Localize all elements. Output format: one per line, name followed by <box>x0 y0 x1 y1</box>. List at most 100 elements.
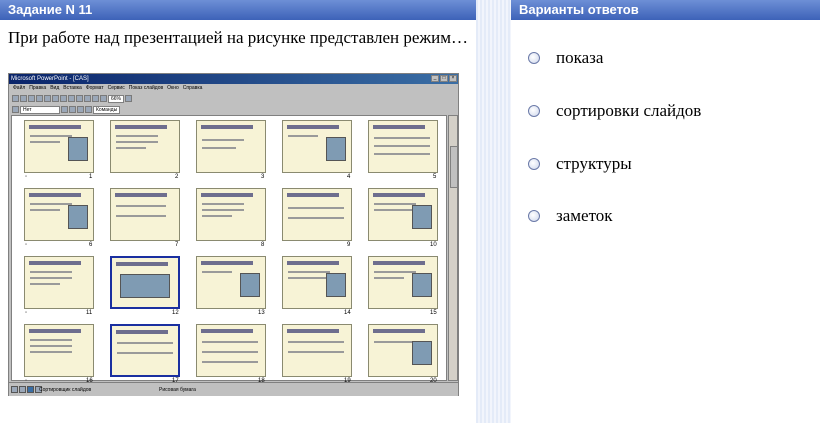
slide-picture <box>412 273 432 297</box>
ppt-sorter-toolbar: Нет Команды <box>9 104 458 115</box>
powerpoint-screenshot: Microsoft PowerPoint - [CAS] _ □ × Файл … <box>8 73 459 396</box>
answer-option-show[interactable]: показа <box>528 48 603 68</box>
chart-icon <box>100 95 107 102</box>
slide-thumbnail <box>196 188 266 241</box>
radio-button-icon[interactable] <box>528 210 540 222</box>
slide-thumbnail <box>110 188 180 241</box>
slide-thumbnail <box>368 256 438 309</box>
slide-picture <box>412 205 432 229</box>
paste-icon <box>68 95 75 102</box>
scroll-thumb <box>450 146 458 188</box>
close-icon: × <box>449 75 457 82</box>
transition-mark-icon: ▫ <box>25 242 28 248</box>
slide-picture <box>68 205 88 229</box>
answer-option-outline[interactable]: структуры <box>528 154 632 174</box>
redo-icon <box>84 95 91 102</box>
transition-mark-icon: ▫ <box>25 174 28 180</box>
slide-picture <box>326 137 346 161</box>
slide-thumbnail <box>196 256 266 309</box>
answer-option-notes[interactable]: заметок <box>528 206 613 226</box>
slide-picture <box>326 273 346 297</box>
slide-number: 10 <box>430 242 437 248</box>
help-icon <box>125 95 133 102</box>
menu-item-view: Вид <box>50 85 60 91</box>
minimize-icon: _ <box>431 75 439 82</box>
menu-item-file: Файл <box>13 85 26 91</box>
menu-item-edit: Правка <box>29 85 47 91</box>
slide-thumbnail-selected <box>110 324 180 377</box>
slide-number: 7 <box>175 242 179 248</box>
slide-number: 15 <box>430 310 437 316</box>
task-header: Задание N 11 <box>0 0 476 20</box>
slide-picture <box>120 274 170 298</box>
radio-button-icon[interactable] <box>528 158 540 170</box>
table-icon <box>92 95 99 102</box>
slide-number: 11 <box>86 310 93 316</box>
slide-thumbnail <box>282 188 352 241</box>
task-title: Задание N 11 <box>8 2 93 17</box>
open-icon <box>20 95 27 102</box>
ppt-standard-toolbar: 66% <box>9 93 458 104</box>
answers-title: Варианты ответов <box>519 2 639 17</box>
slide-picture <box>240 273 260 297</box>
answer-option-slide-sorter[interactable]: сортировки слайдов <box>528 101 701 121</box>
status-template: Рисовая бумага <box>159 387 196 393</box>
answer-label: сортировки слайдов <box>556 101 702 120</box>
menu-item-format: Формат <box>85 85 104 91</box>
maximize-icon: □ <box>440 75 448 82</box>
slide-thumbnail <box>282 324 352 377</box>
summary-icon <box>85 106 92 113</box>
answer-label: показа <box>556 48 604 67</box>
effect-icon <box>61 106 68 113</box>
ppt-window-title: Microsoft PowerPoint - [CAS] <box>11 76 89 82</box>
transition-mark-icon: ▫ <box>25 310 28 316</box>
outline-view-icon <box>19 386 26 393</box>
menu-item-help: Справка <box>182 85 203 91</box>
new-icon <box>12 95 19 102</box>
slide-thumbnail-selected <box>110 256 180 309</box>
undo-icon <box>76 95 83 102</box>
slide-sorter-area: 1 2 3 4 5 6 7 8 9 10 11 12 13 14 15 16 1… <box>11 115 447 384</box>
slide-picture <box>412 341 432 365</box>
radio-button-icon[interactable] <box>528 105 540 117</box>
slide-number: 13 <box>258 310 265 316</box>
commands-box: Команды <box>93 105 121 114</box>
ppt-vertical-scrollbar <box>448 115 458 381</box>
ppt-status-bar: Сортировщик слайдов Рисовая бумага <box>9 382 458 396</box>
hide-slide-icon <box>69 106 76 113</box>
copy-icon <box>60 95 67 102</box>
menu-item-slideshow: Показ слайдов <box>128 85 164 91</box>
divider-stripe <box>476 0 511 423</box>
slide-thumbnail <box>24 188 94 241</box>
radio-button-icon[interactable] <box>528 52 540 64</box>
slide-number: 6 <box>89 242 93 248</box>
slide-thumbnail <box>282 120 352 173</box>
slide-thumbnail <box>196 324 266 377</box>
slide-thumbnail <box>368 188 438 241</box>
slide-number: 1 <box>89 174 93 180</box>
transition-icon <box>12 106 19 113</box>
slide-number: 3 <box>261 174 265 180</box>
slide-thumbnail <box>368 324 438 377</box>
question-text: При работе над презентацией на рисунке п… <box>8 28 469 47</box>
view-buttons <box>11 386 42 393</box>
status-view-mode: Сортировщик слайдов <box>39 387 92 393</box>
ppt-title-bar: Microsoft PowerPoint - [CAS] _ □ × <box>9 74 458 84</box>
normal-view-icon <box>11 386 18 393</box>
slide-number: 4 <box>347 174 351 180</box>
slide-thumbnail <box>24 256 94 309</box>
transition-box: Нет <box>20 105 60 114</box>
print-icon <box>36 95 43 102</box>
slide-thumbnail <box>24 120 94 173</box>
slide-thumbnail <box>196 120 266 173</box>
slide-sorter-view-icon <box>27 386 34 393</box>
cut-icon <box>52 95 59 102</box>
zoom-box: 66% <box>108 94 125 103</box>
menu-item-tools: Сервис <box>107 85 125 91</box>
slide-number: 12 <box>172 310 179 316</box>
save-icon <box>28 95 35 102</box>
answer-label: структуры <box>556 154 632 173</box>
slide-number: 8 <box>261 242 265 248</box>
rehearse-icon <box>77 106 84 113</box>
spelling-icon <box>44 95 51 102</box>
